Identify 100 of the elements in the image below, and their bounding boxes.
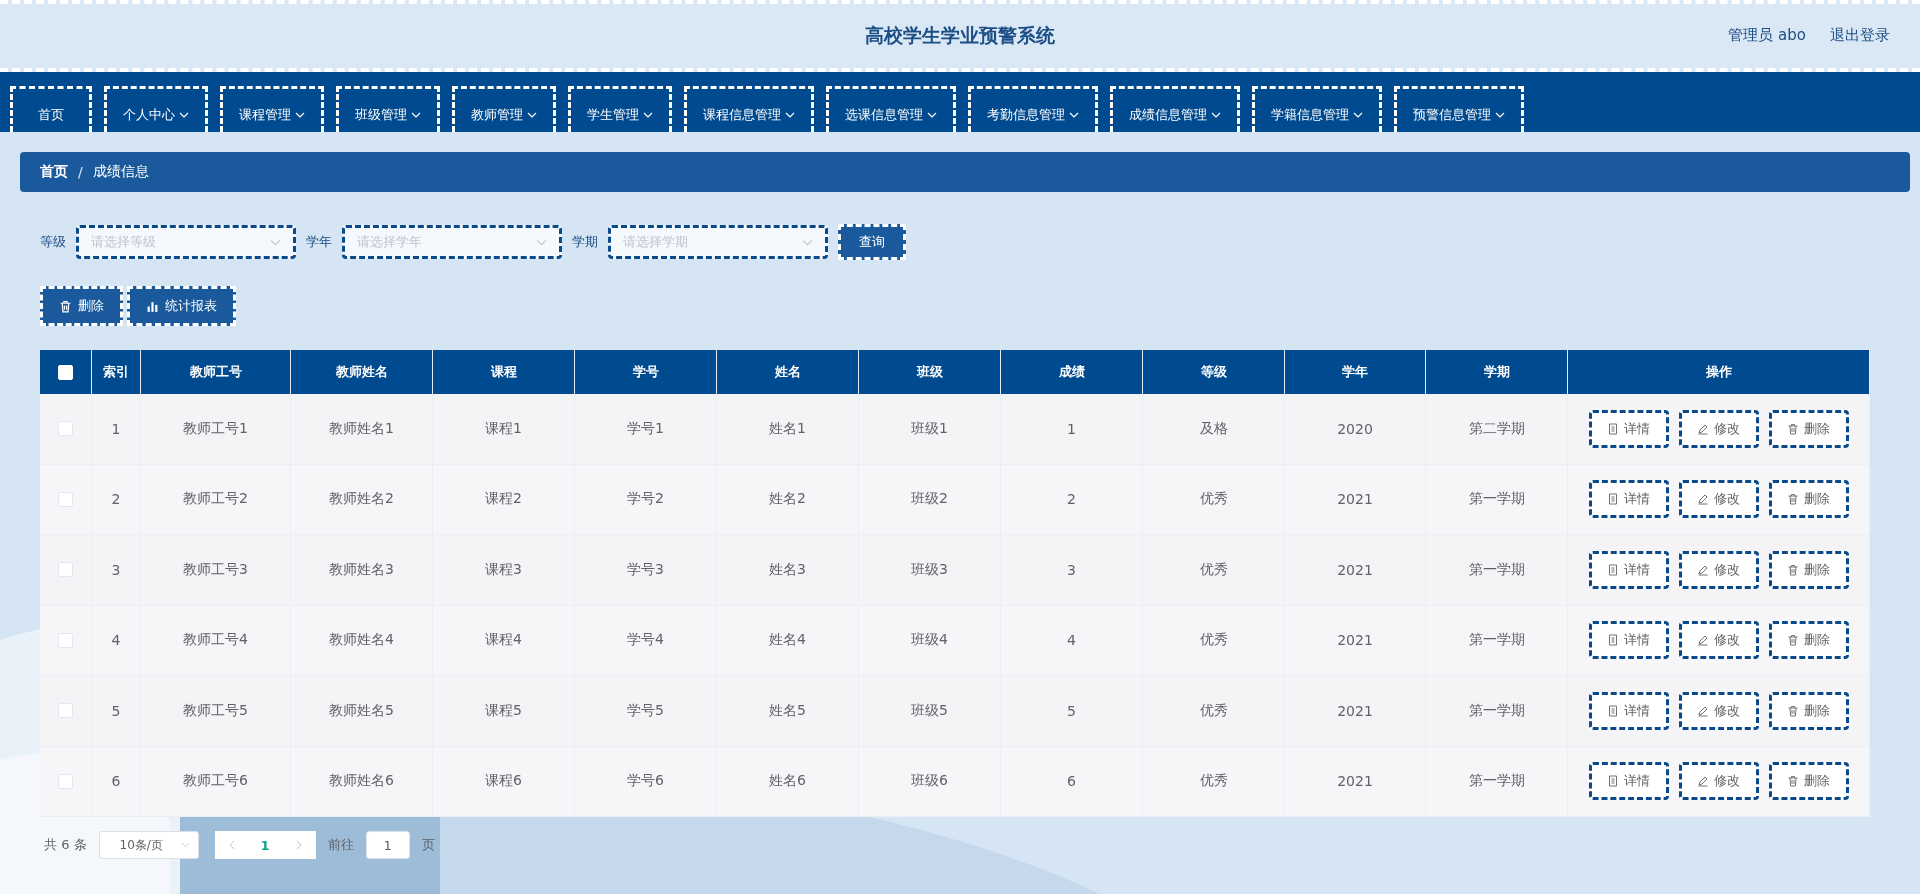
nav-menu-item[interactable]: 教师管理	[452, 86, 556, 132]
table-cell: 班级2	[859, 464, 1001, 534]
next-page-icon[interactable]	[295, 840, 302, 850]
page-suffix: 页	[421, 836, 435, 854]
table-cell: 第二学期	[1426, 394, 1568, 464]
delete-button[interactable]: 删除	[1768, 691, 1849, 730]
table-cell: 学号1	[575, 394, 717, 464]
table-cell: 2021	[1285, 746, 1426, 816]
table-cell: 1	[92, 394, 141, 464]
trash-icon	[1787, 704, 1799, 717]
table-cell: 2021	[1285, 676, 1426, 746]
document-icon	[1607, 422, 1619, 435]
table-cell: 姓名5	[717, 676, 859, 746]
nav-menu-item[interactable]: 预警信息管理	[1394, 86, 1524, 132]
row-checkbox[interactable]	[58, 421, 73, 437]
filter-label: 学年	[306, 233, 332, 251]
total-count: 共 6 条	[44, 836, 87, 854]
delete-button[interactable]: 删除	[1768, 550, 1849, 589]
nav-menu-item[interactable]: 课程信息管理	[684, 86, 814, 132]
edit-button[interactable]: 修改	[1678, 691, 1759, 730]
search-button[interactable]: 查询	[838, 224, 906, 260]
delete-button[interactable]: 删除	[1768, 621, 1849, 660]
detail-button[interactable]: 详情	[1588, 691, 1669, 730]
table-cell: 教师工号6	[141, 746, 291, 816]
table-cell: 教师工号2	[141, 464, 291, 534]
nav-menu-item[interactable]: 学籍信息管理	[1252, 86, 1382, 132]
table-cell: 4	[92, 605, 141, 675]
table-cell: 姓名3	[717, 535, 859, 605]
table-cell: 教师工号5	[141, 676, 291, 746]
chevron-down-icon	[802, 238, 813, 246]
table-cell: 优秀	[1143, 464, 1285, 534]
row-checkbox[interactable]	[58, 632, 73, 648]
trash-icon	[1787, 775, 1799, 788]
table-cell: 2021	[1285, 535, 1426, 605]
table-cell: 4	[1001, 605, 1143, 675]
detail-button[interactable]: 详情	[1588, 409, 1669, 448]
nav-menu-item[interactable]: 个人中心	[104, 86, 208, 132]
table-cell: 3	[1001, 535, 1143, 605]
breadcrumb-current: 成绩信息	[92, 163, 149, 181]
logout-link[interactable]: 退出登录	[1830, 26, 1890, 45]
page-size-select[interactable]: 10条/页	[98, 831, 199, 859]
pencil-icon	[1697, 563, 1709, 576]
nav-menu-item[interactable]: 选课信息管理	[826, 86, 956, 132]
table-cell: 姓名6	[717, 746, 859, 816]
detail-button[interactable]: 详情	[1588, 480, 1669, 519]
table-cell: 班级3	[859, 535, 1001, 605]
delete-button[interactable]: 删除	[1768, 409, 1849, 448]
trash-icon	[59, 299, 72, 313]
edit-button[interactable]: 修改	[1678, 409, 1759, 448]
delete-button[interactable]: 删除	[1768, 480, 1849, 519]
detail-button[interactable]: 详情	[1588, 621, 1669, 660]
table-cell: 教师姓名2	[291, 464, 433, 534]
previous-page-icon[interactable]	[228, 840, 235, 850]
edit-button[interactable]: 修改	[1678, 621, 1759, 660]
edit-button[interactable]: 修改	[1678, 762, 1759, 801]
table-cell: 课程3	[433, 535, 575, 605]
table-cell: 教师姓名5	[291, 676, 433, 746]
detail-button[interactable]: 详情	[1588, 550, 1669, 589]
table-cell: 姓名4	[717, 605, 859, 675]
table-cell: 优秀	[1143, 605, 1285, 675]
goto-label: 前往	[327, 836, 354, 854]
table-cell: 学号5	[575, 676, 717, 746]
table-cell: 课程6	[433, 746, 575, 816]
table-cell: 6	[92, 746, 141, 816]
chevron-down-icon	[270, 238, 281, 246]
pencil-icon	[1697, 634, 1709, 647]
edit-button[interactable]: 修改	[1678, 480, 1759, 519]
row-checkbox[interactable]	[58, 562, 73, 578]
nav-menu-item[interactable]: 考勤信息管理	[968, 86, 1098, 132]
table-cell: 教师工号3	[141, 535, 291, 605]
table-cell: 3	[92, 535, 141, 605]
table-cell: 第一学期	[1426, 535, 1568, 605]
table-cell: 1	[1001, 394, 1143, 464]
page-input[interactable]: 1	[365, 831, 410, 859]
table-cell: 6	[1001, 746, 1143, 816]
trash-icon	[1787, 422, 1799, 435]
delete-button[interactable]: 删除	[1768, 762, 1849, 801]
table-cell: 课程5	[433, 676, 575, 746]
table-cell: 教师姓名4	[291, 605, 433, 675]
row-checkbox[interactable]	[58, 773, 73, 789]
table-cell: 课程4	[433, 605, 575, 675]
table-cell: 学号2	[575, 464, 717, 534]
table-cell: 2021	[1285, 605, 1426, 675]
detail-button[interactable]: 详情	[1588, 762, 1669, 801]
nav-menu-item[interactable]: 首页	[10, 86, 92, 132]
nav-menu-item[interactable]: 班级管理	[336, 86, 440, 132]
row-checkbox[interactable]	[58, 703, 73, 719]
table-cell: 班级5	[859, 676, 1001, 746]
table-cell: 优秀	[1143, 535, 1285, 605]
pencil-icon	[1697, 493, 1709, 506]
select-all-checkbox[interactable]	[58, 364, 73, 380]
nav-menu-item[interactable]: 学生管理	[568, 86, 672, 132]
nav-menu-item[interactable]: 成绩信息管理	[1110, 86, 1240, 132]
report-button[interactable]: 统计报表	[127, 286, 236, 326]
row-checkbox[interactable]	[58, 491, 73, 507]
delete-button[interactable]: 删除	[40, 286, 123, 326]
edit-button[interactable]: 修改	[1678, 550, 1759, 589]
nav-menu-item[interactable]: 课程管理	[220, 86, 324, 132]
breadcrumb-link[interactable]: 首页	[40, 163, 68, 181]
document-icon	[1607, 704, 1619, 717]
